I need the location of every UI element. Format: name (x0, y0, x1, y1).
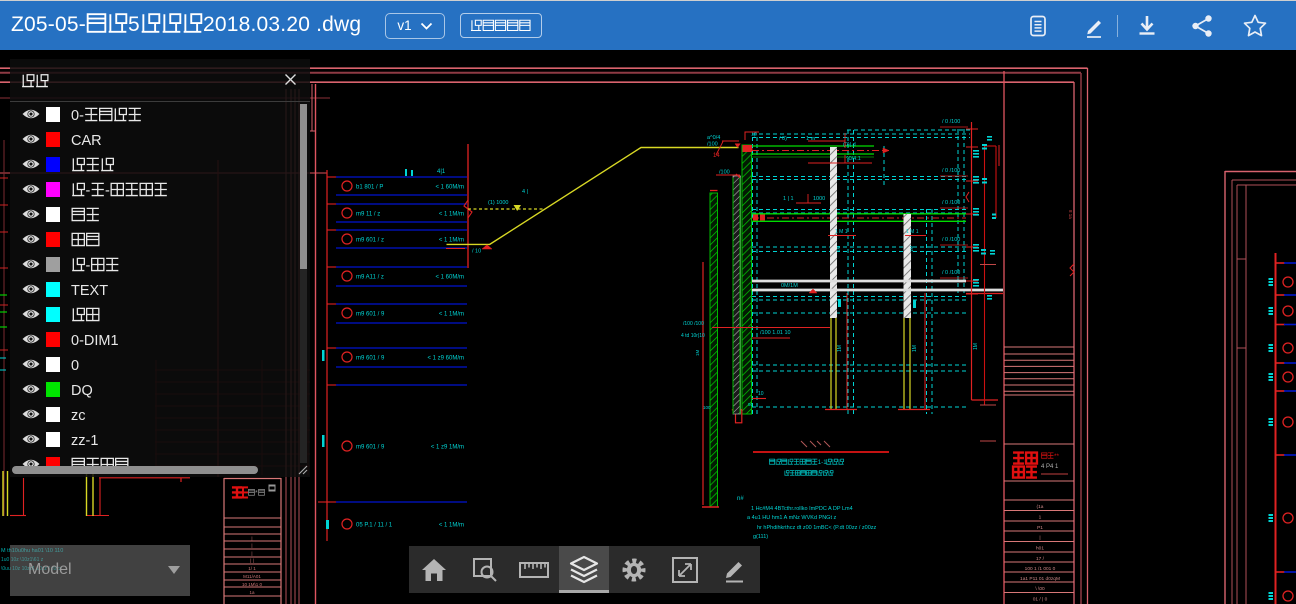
svg-text:/ 0 /100: / 0 /100 (942, 270, 960, 276)
svg-text:100 1 /1 001 0: 100 1 /1 001 0 (1025, 566, 1056, 572)
svg-text:0: 0 (71, 358, 79, 374)
svg-text:10 1M\1 0: 10 1M\1 0 (242, 582, 263, 587)
svg-text:h01: h01 (1036, 546, 1044, 552)
svg-text:CAR: CAR (71, 133, 102, 149)
svg-text:/ 10: / 10 (472, 249, 481, 255)
svg-text:17 /: 17 / (1036, 556, 1045, 562)
svg-text:1M: 1M (836, 245, 841, 252)
svg-text:/100: /100 (707, 142, 718, 148)
svg-text:1000: 1000 (813, 196, 825, 202)
svg-text:2018.03.20 .dwg: 2018.03.20 .dwg (203, 13, 361, 36)
svg-text:< 1 1M/m: < 1 1M/m (439, 212, 464, 218)
svg-text:|: | (251, 536, 252, 541)
svg-text:m9 11 / z: m9 11 / z (356, 212, 380, 218)
svg-text:a^0/4: a^0/4 (707, 135, 720, 141)
svg-text:m9 601 / 9: m9 601 / 9 (356, 445, 385, 451)
svg-text:-: - (86, 258, 91, 274)
svg-text:(1) 1000: (1) 1000 (488, 200, 509, 206)
svg-text:5: 5 (128, 13, 140, 36)
svg-text:TEXT: TEXT (71, 283, 108, 299)
svg-text:1M: 1M (912, 345, 918, 352)
svg-text:1 Hc#M4 4BTcthr.rollko ImPDC A: 1 Hc#M4 4BTcthr.rollko ImPDC A DP Lm4 (751, 506, 853, 512)
svg-text:4 |: 4 | (522, 189, 528, 195)
svg-text:m9 601 / 9: m9 601 / 9 (356, 356, 385, 362)
svg-text:100: 100 (703, 405, 711, 410)
svg-text:1M: 1M (695, 349, 700, 356)
svg-text:< 1 z9 60M/m: < 1 z9 60M/m (427, 356, 464, 362)
svg-text:a 4u1 HU hm1 A mNz WVKd P: a 4u1 HU hm1 A mNz WVKd PNGt z (747, 515, 837, 521)
svg-text:1/ 1: 1/ 1 (248, 566, 256, 571)
svg-text:hr hPhdihkrthcz dt z00 1mBC: hr hPhdihkrthcz dt z00 1mBC< (P.dt 00zz … (757, 525, 877, 531)
svg-text:1a: 1a (249, 590, 255, 595)
svg-text:1M: 1M (837, 345, 843, 352)
svg-text:< 1 1M/m: < 1 1M/m (439, 523, 464, 529)
svg-text:4 td 10r|10: 4 td 10r|10 (681, 333, 705, 339)
svg-text:8 1a: 8 1a (1068, 210, 1073, 219)
svg-text:1M: 1M (973, 343, 979, 350)
svg-text:/ 0 /100: / 0 /100 (942, 119, 960, 125)
svg-text:< 1 1M/m: < 1 1M/m (439, 238, 464, 244)
svg-text:M11/A01: M11/A01 (243, 574, 261, 579)
svg-text:0-: 0- (71, 108, 84, 124)
svg-text:P1: P1 (1037, 525, 1043, 531)
svg-text:1M: 1M (909, 245, 914, 252)
svg-text:/100 /100: /100 /100 (683, 321, 704, 327)
svg-text:(1a: (1a (1037, 504, 1044, 510)
svg-text:< 1 1M/m: < 1 1M/m (439, 312, 464, 318)
svg-text:|: | (1039, 535, 1040, 541)
svg-text:05 P.1 / 11 / 1: 05 P.1 / 11 / 1 (356, 523, 393, 529)
svg-text:| |: | | (250, 558, 254, 563)
svg-text:\ \00: \ \00 (1035, 586, 1045, 592)
svg-text:Z05-05-: Z05-05- (11, 13, 86, 36)
svg-text:^0/4.1: ^0/4.1 (846, 156, 861, 162)
svg-text:1-1: 1-1 (818, 459, 827, 466)
svg-text:/ 0 /100: / 0 /100 (942, 168, 960, 174)
svg-text:g(111): g(111) (753, 534, 768, 540)
svg-text:4|1: 4|1 (437, 169, 446, 175)
svg-text:50: 50 (748, 402, 754, 407)
svg-text:0-DIM1: 0-DIM1 (71, 333, 119, 349)
svg-text:m9 A11 / z: m9 A11 / z (356, 275, 384, 281)
svg-text:zz-1: zz-1 (71, 433, 98, 449)
svg-text:-: - (86, 183, 91, 199)
svg-text:< 1 60M/m: < 1 60M/m (435, 185, 464, 191)
svg-text:m9 601 / 9: m9 601 / 9 (356, 312, 385, 318)
svg-text:4 P4 1: 4 P4 1 (1041, 464, 1059, 470)
svg-text:**: ** (1054, 453, 1060, 460)
svg-text:|: | (251, 551, 252, 556)
svg-text:1 | 1: 1 | 1 (783, 196, 794, 202)
svg-text:< 1 z9 1M/m: < 1 z9 1M/m (431, 445, 464, 451)
svg-text:b1 801 / P: b1 801 / P (356, 185, 383, 191)
svg-text:1 M 1: 1 M 1 (835, 229, 848, 235)
svg-text:*: * (255, 490, 258, 497)
svg-text:1: 1 (1039, 515, 1042, 521)
svg-text:/ 0 /100: / 0 /100 (942, 237, 960, 243)
svg-text:/ 0): / 0) (779, 136, 787, 142)
svg-text:< 1 60M/m: < 1 60M/m (435, 275, 464, 281)
svg-text:zc: zc (71, 408, 86, 424)
svg-text:1a1 P11 01 d0zqM: 1a1 P11 01 d0zqM (1020, 576, 1060, 582)
svg-text:/ 0 /100: / 0 /100 (942, 200, 960, 206)
svg-text:/100 1.01 10: /100 1.01 10 (760, 330, 791, 336)
svg-text:1 M 1: 1 M 1 (906, 229, 919, 235)
svg-text:m9 601 / z: m9 601 / z (356, 238, 384, 244)
svg-text:DQ: DQ (71, 383, 93, 399)
svg-text:10: 10 (758, 391, 764, 397)
svg-text:-: - (105, 183, 110, 199)
svg-text:0M/1M: 0M/1M (781, 283, 798, 289)
svg-text:n#: n# (737, 496, 744, 502)
svg-text:|: | (251, 543, 252, 548)
svg-text:01 / | 0: 01 / | 0 (1033, 597, 1048, 603)
